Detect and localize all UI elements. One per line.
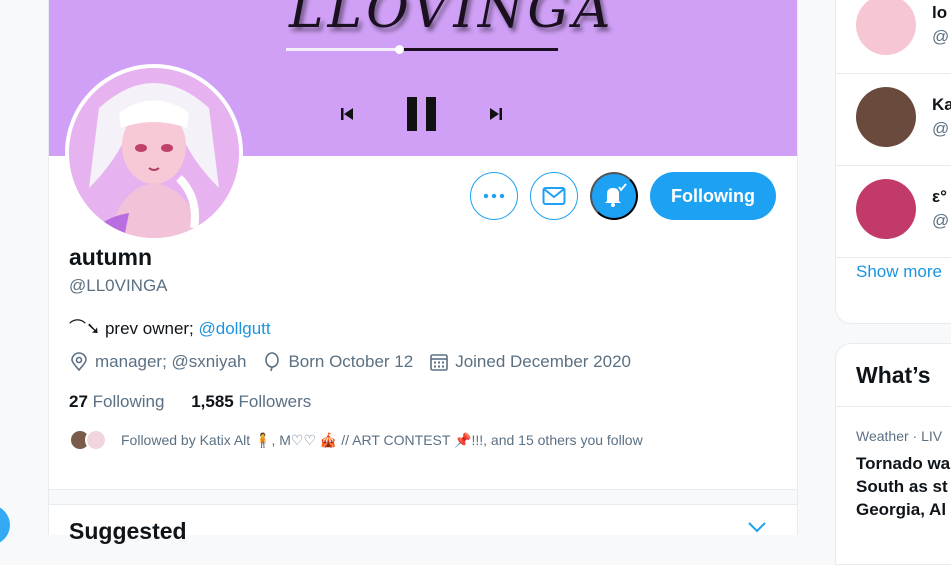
account-name: Ka [932, 95, 951, 114]
previous-icon [341, 108, 353, 120]
location-icon [71, 352, 87, 372]
suggested-account[interactable]: lo @ [836, 0, 951, 74]
floating-action-button[interactable] [0, 505, 10, 545]
account-name: lo [932, 3, 948, 22]
meta-location-text: manager; @sxniyah [95, 352, 247, 371]
profile-column: LLOVINGA Following autumn @LL0VINGA ⌒➘ p… [48, 0, 798, 544]
profile-name: autumn [69, 244, 153, 270]
trend-line: Georgia, Al [856, 500, 947, 519]
bio-text: ⌒➘ prev owner; [69, 319, 199, 338]
trend-line: South as st [856, 477, 948, 496]
suggested-title: Suggested [69, 518, 187, 544]
following-count: 27 [69, 392, 88, 411]
notifications-button[interactable] [590, 172, 638, 220]
show-more-link[interactable]: Show more [856, 262, 942, 282]
avatar [856, 0, 916, 55]
trend-text: Tornado wa South as st Georgia, Al [856, 452, 950, 521]
meta-joined-text: Joined December 2020 [455, 352, 631, 371]
profile-meta: manager; @sxniyah Born October 12 Joined… [69, 352, 647, 372]
chevron-down-icon[interactable] [747, 520, 767, 534]
next-icon [490, 108, 502, 120]
trend-meta: Weather · LIV [856, 428, 943, 444]
meta-birthday: Born October 12 [262, 352, 413, 372]
trends-title: What’s [856, 362, 931, 388]
followers-label: Followers [238, 392, 312, 411]
profile-avatar[interactable] [65, 64, 243, 242]
profile-stats: 27 Following 1,585 Followers [69, 392, 311, 412]
avatar-illustration [69, 68, 239, 238]
profile-handle: @LL0VINGA [69, 276, 168, 295]
mail-icon [542, 187, 566, 205]
avatar [85, 429, 107, 451]
banner-logo: LLOVINGA [289, 0, 615, 40]
followed-by-text: Followed by Katix Alt 🧍, M♡♡ 🎪 // ART CO… [121, 431, 643, 448]
balloon-icon [265, 352, 280, 372]
followed-by-row[interactable]: Followed by Katix Alt 🧍, M♡♡ 🎪 // ART CO… [69, 429, 643, 451]
avatar [856, 179, 916, 239]
meta-location: manager; @sxniyah [69, 352, 246, 372]
followers-count: 1,585 [191, 392, 234, 411]
following-link[interactable]: 27 Following [69, 392, 164, 411]
more-icon [483, 193, 505, 199]
followers-link[interactable]: 1,585 Followers [191, 392, 311, 411]
bio-link[interactable]: @dollgutt [199, 319, 271, 338]
calendar-icon [430, 354, 449, 371]
suggested-account[interactable]: Ka @ [836, 73, 951, 166]
pause-icon [407, 97, 436, 131]
account-name: ε° [932, 187, 947, 206]
message-button[interactable] [530, 172, 578, 220]
meta-joined: Joined December 2020 [429, 352, 631, 372]
divider [836, 406, 951, 407]
suggested-account[interactable]: ε° @ [836, 165, 951, 258]
section-divider [49, 489, 797, 505]
banner-progress-played [286, 48, 401, 51]
following-label: Following [92, 392, 165, 411]
banner-progress-knob [395, 45, 405, 54]
avatar [856, 87, 916, 147]
meta-birthday-text: Born October 12 [288, 352, 414, 371]
profile-bio: ⌒➘ prev owner; @dollgutt [69, 314, 271, 339]
more-button[interactable] [470, 172, 518, 220]
bell-icon [605, 183, 627, 207]
banner-progress-bar [286, 45, 558, 54]
trends-card: What’s Weather · LIV Tornado wa South as… [835, 343, 951, 565]
who-to-follow-card: lo @ Ka @ ε° @ Show more [835, 0, 951, 324]
following-button[interactable]: Following [650, 172, 776, 220]
account-handle: @ [932, 27, 950, 46]
account-handle: @ [932, 211, 950, 230]
account-handle: @ [932, 119, 950, 138]
trend-line: Tornado wa [856, 454, 951, 473]
